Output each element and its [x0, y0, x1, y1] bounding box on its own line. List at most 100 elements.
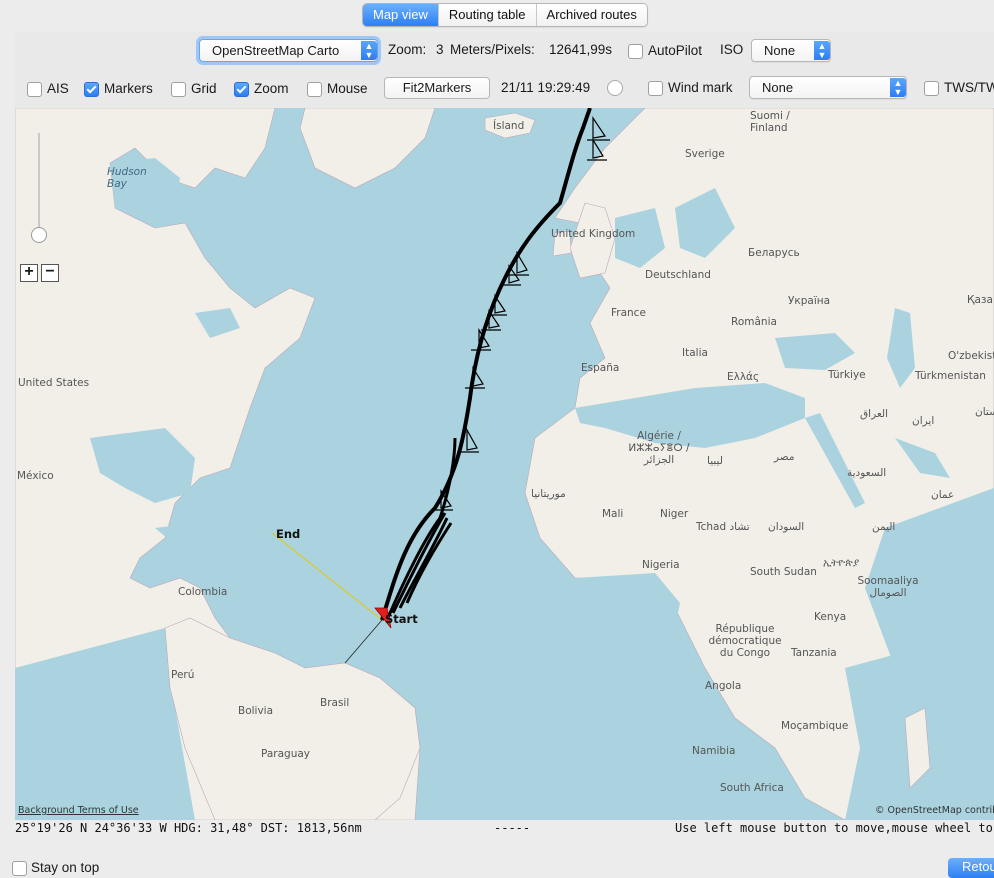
tws-twa-label: TWS/TWA [944, 80, 994, 95]
map-label-turkmen: Türkmenistan [915, 370, 986, 382]
grid-checkbox[interactable] [171, 82, 186, 97]
map-label-iran: ایران [912, 415, 935, 427]
map-label-mexico: México [17, 470, 54, 482]
map-label-oman: عمان [931, 489, 955, 501]
meters-value: 12641,99s [549, 42, 613, 57]
map-label-italia: Italia [682, 347, 708, 359]
map-canvas [15, 108, 994, 820]
iso-label: ISO [720, 42, 744, 57]
map-label-libya: ليبيا [707, 455, 723, 467]
map-label-kazakh: Қаза [967, 294, 993, 306]
map-label-rdc: République démocratique du Congo [708, 623, 782, 659]
end-marker-label: End [276, 527, 301, 541]
status-separator: ----- [494, 821, 531, 835]
stay-on-top-checkbox[interactable] [12, 861, 27, 876]
map-label-turkiye: Türkiye [828, 369, 866, 381]
map-label-deutschland: Deutschland [645, 269, 711, 281]
fit2markers-button[interactable]: Fit2Markers [384, 77, 490, 99]
tile-source-value: OpenStreetMap Carto [212, 43, 340, 58]
map-label-pakistan: پاکستان [975, 406, 994, 418]
ais-label: AIS [47, 81, 69, 96]
map-label-kenya: Kenya [814, 611, 847, 623]
map-label-paraguay: Paraguay [261, 748, 311, 760]
status-hint: Use left mouse button to move,mouse whee… [675, 821, 994, 835]
map-label-bolivia: Bolivia [238, 705, 274, 717]
map-label-mali: Mali [602, 508, 624, 520]
mouse-checkbox[interactable] [307, 82, 322, 97]
osm-attribution[interactable]: © OpenStreetMap contributors [875, 805, 994, 816]
map-label-brasil: Brasil [320, 697, 350, 709]
map-label-hudson: Hudson Bay [107, 166, 147, 190]
map-label-ellas: Ελλάς [727, 371, 760, 383]
tab-archived-routes[interactable]: Archived routes [536, 4, 647, 26]
map-label-iraq: العراق [860, 408, 889, 420]
map-label-nigeria: Nigeria [642, 559, 680, 571]
status-bar: 25°19'26 N 24°36'33 W HDG: 31,48° DST: 1… [15, 820, 994, 837]
autopilot-checkbox[interactable] [628, 44, 643, 59]
map-label-namibia: Namibia [692, 745, 736, 757]
map-label-yemen: اليمن [872, 521, 896, 533]
zoom-check-label: Zoom [254, 81, 289, 96]
markers-checkbox[interactable] [84, 82, 99, 97]
map-label-misr: مصر [774, 451, 795, 463]
map-label-tanzania: Tanzania [791, 647, 837, 659]
map-label-angola: Angola [705, 680, 742, 692]
map-label-espana: España [581, 362, 620, 374]
ais-checkbox[interactable] [27, 82, 42, 97]
select-arrows-icon: ▲ ▼ [890, 78, 906, 97]
zoom-label: Zoom: [388, 42, 427, 57]
select-arrows-icon: ▲ ▼ [361, 41, 377, 60]
wind-select[interactable]: None ▲ ▼ [749, 76, 907, 99]
zoom-in-icon[interactable]: + [20, 264, 38, 282]
iso-value: None [764, 43, 796, 58]
markers-label: Markers [104, 81, 153, 96]
wind-mark-label: Wind mark [668, 80, 733, 95]
map-label-peru: Perú [171, 669, 195, 681]
map-label-ssudan: South Sudan [750, 566, 817, 578]
datetime-label: 21/11 19:29:49 [501, 80, 591, 95]
map-label-island: Ísland [493, 120, 525, 132]
map-label-belarus: Беларусь [748, 247, 800, 259]
zoom-slider-thumb[interactable] [31, 227, 47, 243]
footer: Stay on top [0, 858, 994, 876]
map-view[interactable]: Ísland Suomi / Finland Sverige Hudson Ba… [15, 108, 994, 820]
zoom-slider-track[interactable] [38, 133, 40, 233]
map-label-colombia: Colombia [178, 586, 228, 598]
map-label-ethiopia: ኢትዮጵያ [823, 557, 860, 569]
zoom-out-icon[interactable]: − [41, 264, 59, 282]
map-label-tchad: Tchad تشاد [696, 521, 750, 533]
map-label-mauritania: موريتانيا [531, 488, 566, 500]
wind-value: None [762, 80, 794, 95]
tws-twa-checkbox[interactable] [924, 81, 939, 96]
map-label-mocambique: Moçambique [781, 720, 849, 732]
start-marker-label: Start [385, 612, 418, 626]
map-label-sverige: Sverige [685, 148, 725, 160]
map-label-ukraine: Україна [788, 295, 831, 307]
autopilot-label: AutoPilot [648, 43, 703, 58]
mouse-label: Mouse [327, 81, 368, 96]
tab-routing-table[interactable]: Routing table [438, 4, 537, 26]
time-slider-knob[interactable] [607, 80, 623, 96]
stay-on-top-label: Stay on top [31, 860, 100, 875]
grid-label: Grid [191, 81, 217, 96]
tile-source-select[interactable]: OpenStreetMap Carto ▲ ▼ [199, 39, 378, 62]
zoom-checkbox[interactable] [234, 82, 249, 97]
map-label-safrica: South Africa [720, 782, 784, 794]
status-position: 25°19'26 N 24°36'33 W HDG: 31,48° DST: 1… [15, 821, 362, 835]
iso-select[interactable]: None ▲ ▼ [751, 39, 831, 62]
retour-button[interactable]: Retour [948, 858, 994, 878]
map-label-uk: United Kingdom [551, 228, 636, 240]
map-label-finland: Suomi / Finland [750, 110, 790, 134]
zoom-value: 3 [436, 42, 444, 57]
map-label-sudan: السودان [768, 521, 805, 533]
background-terms-link[interactable]: Background Terms of Use [18, 805, 139, 816]
tab-map-view[interactable]: Map view [363, 4, 439, 26]
meters-label: Meters/Pixels: [450, 42, 535, 57]
wind-mark-checkbox[interactable] [648, 81, 663, 96]
map-label-somalia: Soomaaliya الصومال [857, 575, 919, 599]
map-label-niger: Niger [660, 508, 689, 520]
map-label-saudi: السعودية [847, 467, 887, 479]
select-arrows-icon: ▲ ▼ [814, 41, 830, 60]
map-label-usa: United States [18, 377, 90, 389]
view-tabs: Map view Routing table Archived routes [362, 3, 648, 27]
